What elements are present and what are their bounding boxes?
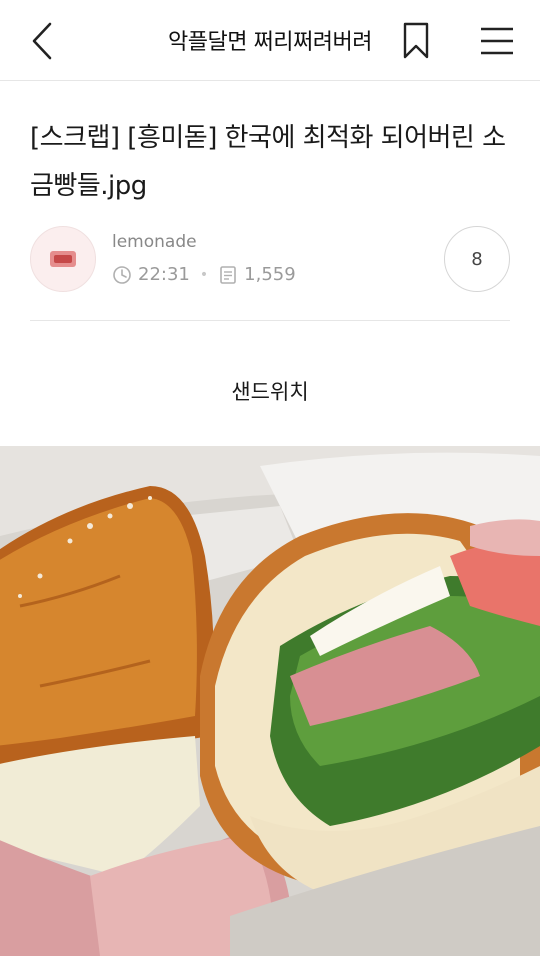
post-time: 22:31 bbox=[138, 264, 190, 285]
top-bar: 악플달면 쩌리쩌려버려 bbox=[0, 0, 540, 81]
back-arrow-icon bbox=[32, 22, 52, 60]
back-button[interactable] bbox=[22, 18, 62, 64]
bookmark-button[interactable] bbox=[398, 20, 434, 62]
menu-button[interactable] bbox=[476, 20, 518, 62]
meta-separator: • bbox=[199, 266, 209, 283]
divider bbox=[30, 320, 510, 321]
post-meta: 22:31 • 1,559 bbox=[112, 264, 296, 285]
sandwich-photo bbox=[0, 446, 540, 956]
post-title: [스크랩] [흥미돋] 한국에 최적화 되어버린 소금빵들.jpg bbox=[30, 123, 506, 201]
bookmark-icon bbox=[403, 22, 429, 59]
comment-count-button[interactable]: 8 bbox=[444, 226, 510, 292]
post-caption: 샌드위치 bbox=[231, 380, 309, 404]
avatar-image bbox=[50, 251, 76, 267]
sandwich-photo-illustration bbox=[0, 446, 540, 956]
clock-icon bbox=[112, 265, 132, 285]
cafe-title[interactable]: 악플달면 쩌리쩌려버려 bbox=[120, 24, 420, 56]
author-name[interactable]: lemonade bbox=[112, 232, 197, 252]
author-row: lemonade 22:31 • 1,559 8 bbox=[30, 226, 510, 294]
document-icon bbox=[218, 265, 238, 285]
hamburger-menu-icon bbox=[481, 27, 513, 55]
author-avatar[interactable] bbox=[30, 226, 96, 292]
view-count: 1,559 bbox=[244, 264, 296, 285]
